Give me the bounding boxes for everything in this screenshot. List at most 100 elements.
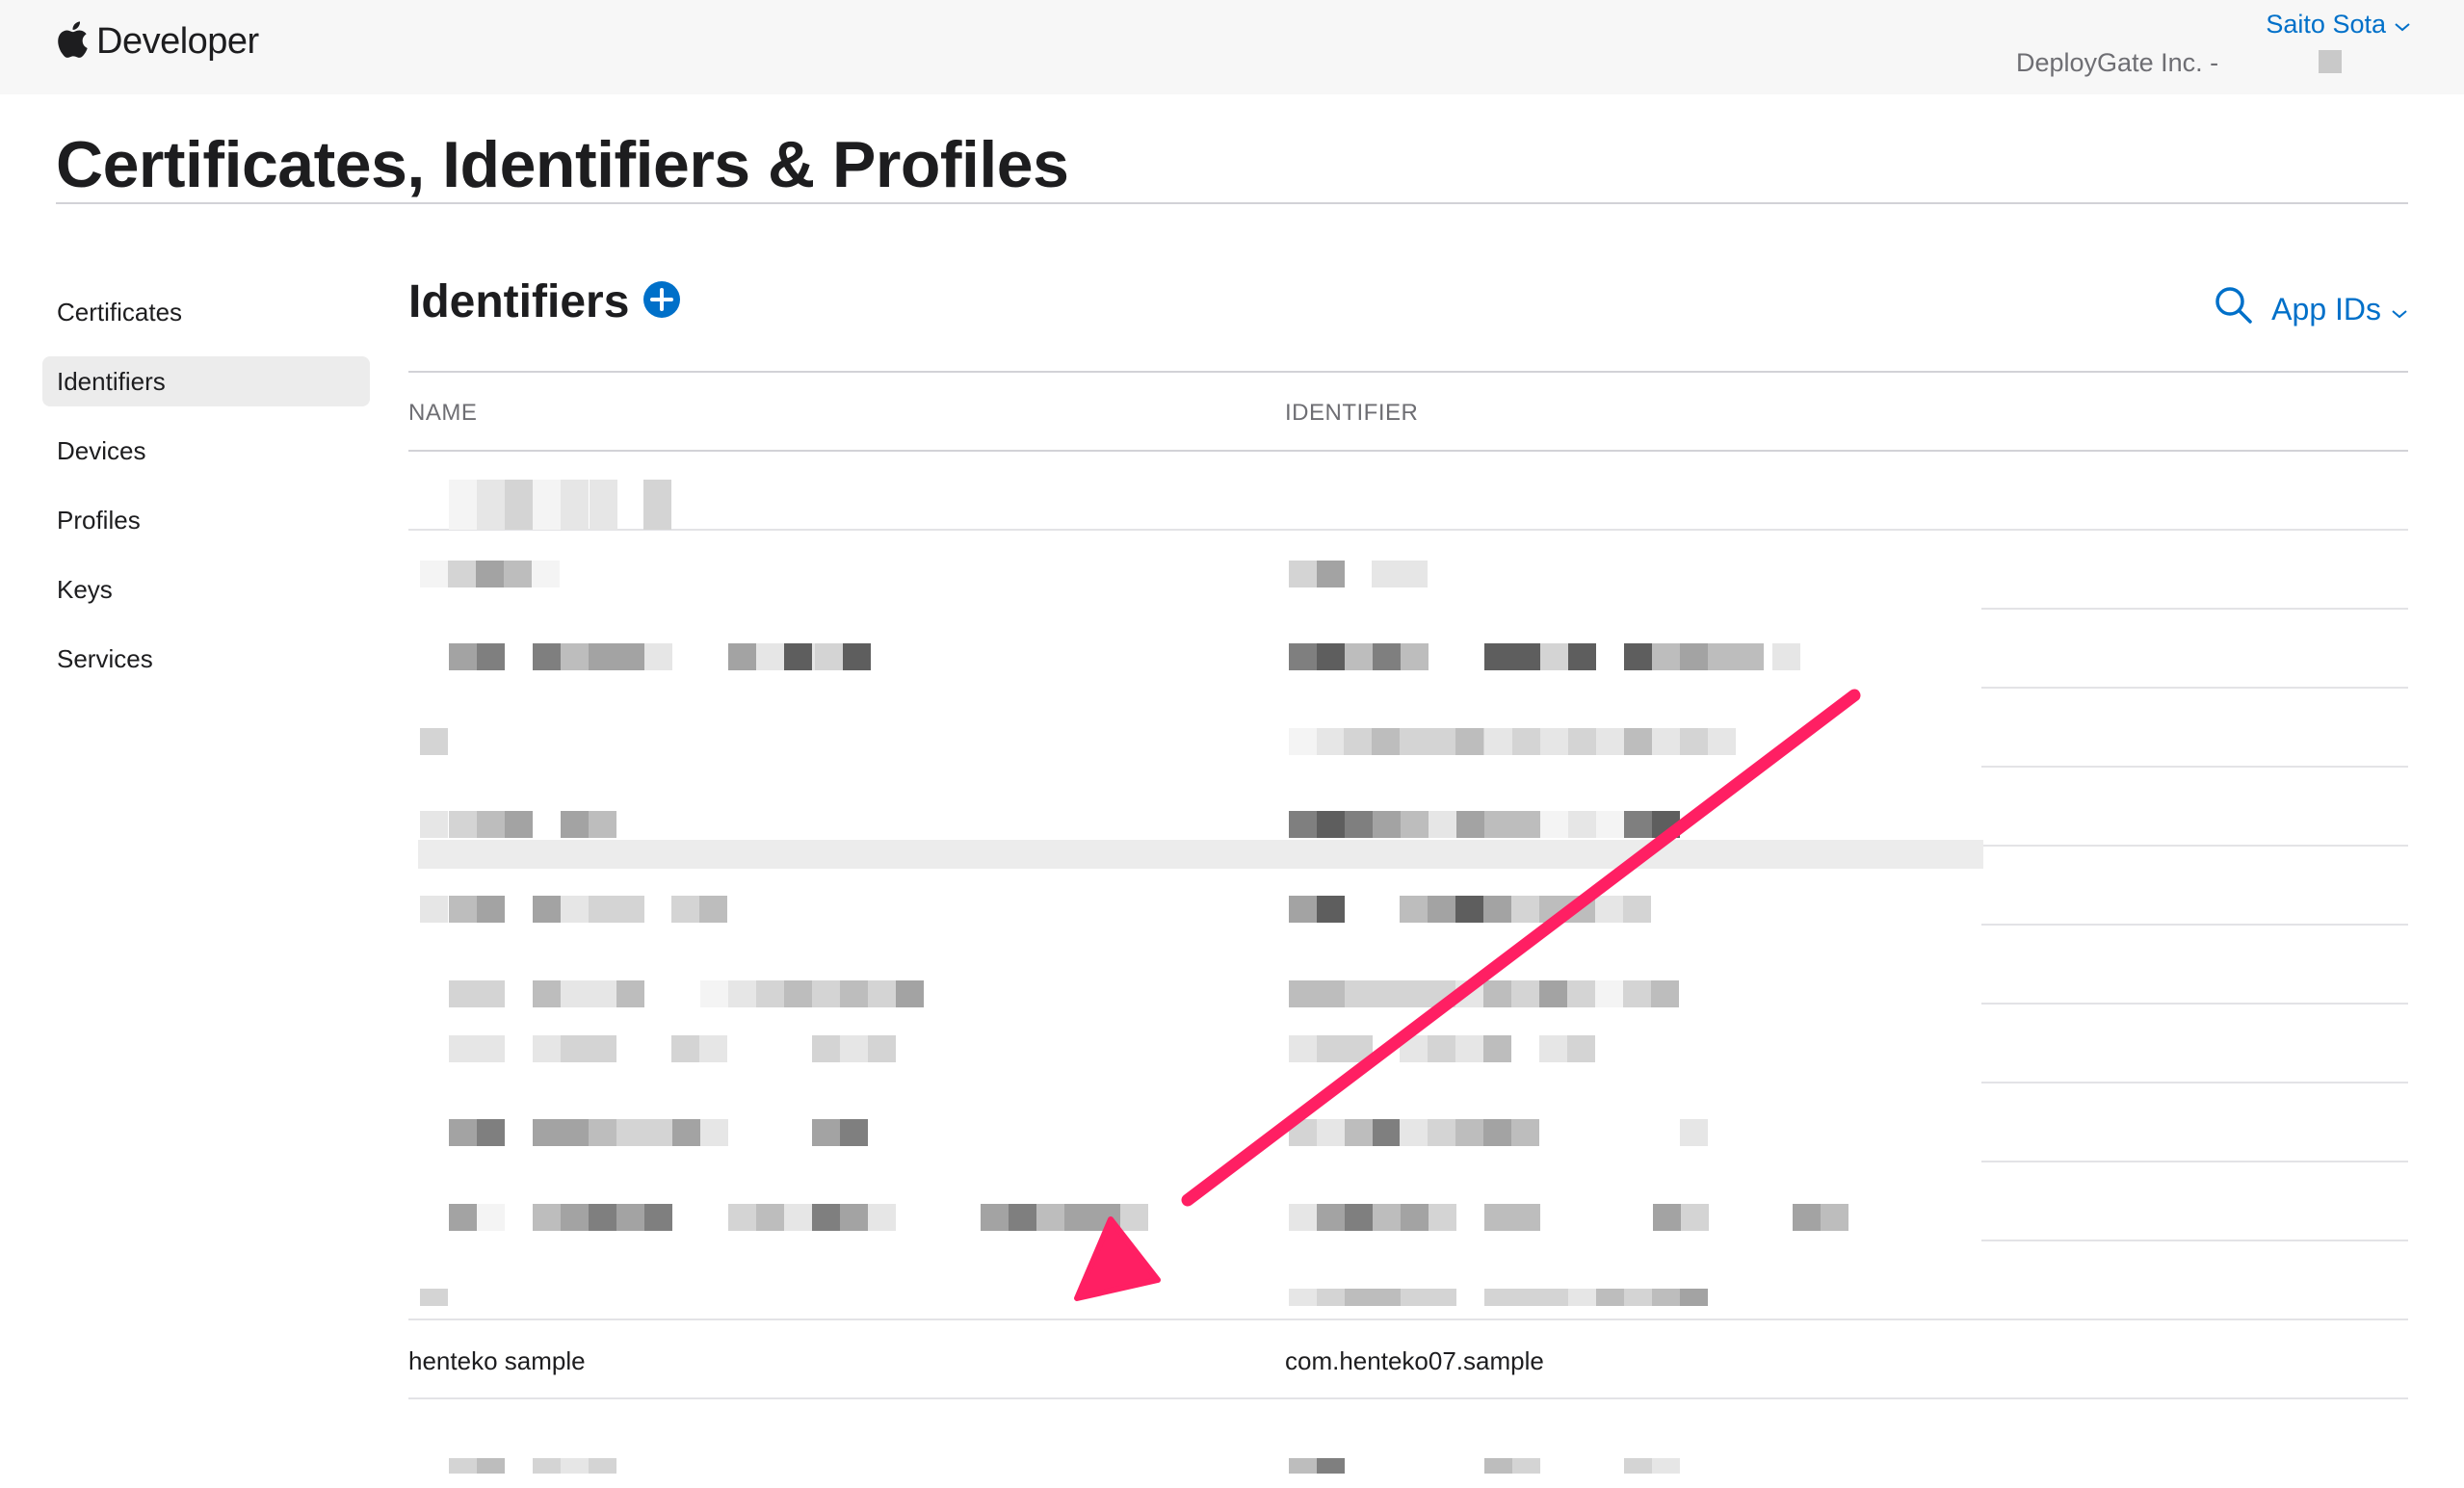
- redacted-pixel-block: [449, 1204, 477, 1231]
- redacted-pixel-block: [1429, 811, 1456, 838]
- redacted-pixel-block: [1400, 561, 1428, 587]
- redacted-pixel-block: [1455, 1035, 1483, 1062]
- redacted-pixel-block: [1289, 561, 1317, 587]
- table-row[interactable]: [408, 452, 2408, 531]
- redacted-pixel-block: [533, 1458, 561, 1474]
- redacted-pixel-block: [1512, 728, 1540, 755]
- redacted-pixel-block: [477, 1204, 505, 1231]
- redacted-pixel-block: [1373, 1119, 1401, 1146]
- redacted-pixel-block: [1373, 643, 1401, 670]
- redacted-pixel-block: [1483, 980, 1511, 1007]
- redacted-pixel-block: [533, 1119, 561, 1146]
- redacted-pixel-block: [533, 896, 561, 923]
- redacted-pixel-block: [1317, 1458, 1345, 1474]
- table-row[interactable]: [408, 1241, 2408, 1320]
- redacted-pixel-block: [699, 896, 727, 923]
- redacted-pixel-block: [1624, 1289, 1652, 1306]
- row-name: henteko sample: [408, 1346, 586, 1375]
- redacted-pixel-block: [1345, 811, 1373, 838]
- sidebar-item-services[interactable]: Services: [42, 634, 370, 684]
- redacted-pixel-block: [1455, 1119, 1483, 1146]
- redacted-pixel-block: [533, 480, 561, 530]
- column-header-name[interactable]: NAME: [408, 400, 477, 427]
- redacted-pixel-block: [1373, 1204, 1401, 1231]
- redacted-pixel-block: [1512, 643, 1540, 670]
- redacted-pixel-block: [812, 1035, 840, 1062]
- redacted-pixel-block: [981, 1204, 1009, 1231]
- table-body: henteko sample com.henteko07.sample: [408, 452, 2408, 1488]
- redacted-pixel-block: [1289, 728, 1317, 755]
- search-icon[interactable]: [2214, 285, 2254, 333]
- identifiers-toolbar: App IDs: [2214, 285, 2408, 333]
- redacted-pixel-block: [616, 980, 644, 1007]
- redacted-pixel-block: [1596, 1289, 1624, 1306]
- redacted-pixel-block: [561, 980, 589, 1007]
- redacted-pixel-block: [1289, 1035, 1317, 1062]
- team-name: DeployGate Inc. -: [2016, 48, 2219, 77]
- identifier-type-dropdown[interactable]: App IDs: [2271, 292, 2408, 327]
- redacted-pixel-block: [561, 1458, 589, 1474]
- redacted-pixel-block: [1455, 728, 1483, 755]
- redacted-pixel-block: [1484, 728, 1512, 755]
- chevron-down-icon: [2391, 292, 2408, 327]
- redacted-pixel-block: [1567, 896, 1595, 923]
- redacted-pixel-block: [1483, 1119, 1511, 1146]
- redacted-pixel-block: [1317, 1035, 1345, 1062]
- redacted-pixel-block: [420, 728, 448, 755]
- developer-home-link[interactable]: Developer: [56, 19, 259, 65]
- redacted-pixel-block: [616, 643, 644, 670]
- redacted-pixel-block: [1345, 643, 1373, 670]
- redacted-pixel-block: [561, 643, 589, 670]
- redacted-pixel-block: [756, 980, 784, 1007]
- column-header-identifier[interactable]: IDENTIFIER: [1285, 400, 1418, 427]
- redacted-pixel-block: [1736, 643, 1764, 670]
- redacted-pixel-block: [1372, 561, 1400, 587]
- redacted-pixel-block: [815, 643, 843, 670]
- user-menu[interactable]: Saito Sota: [2266, 10, 2411, 39]
- sidebar-item-identifiers[interactable]: Identifiers: [42, 356, 370, 406]
- redacted-pixel-block: [449, 480, 477, 530]
- redacted-pixel-block: [1289, 1119, 1317, 1146]
- apple-logo-icon: [56, 19, 89, 65]
- redacted-pixel-block: [1483, 1035, 1511, 1062]
- redacted-pixel-block: [1400, 1035, 1428, 1062]
- identifier-type-label: App IDs: [2271, 291, 2381, 326]
- redacted-pixel-block: [868, 1035, 896, 1062]
- table-row[interactable]: [408, 1399, 2408, 1478]
- redacted-pixel-block: [449, 1035, 477, 1062]
- redacted-pixel-block: [504, 561, 532, 587]
- sidebar-item-profiles[interactable]: Profiles: [42, 495, 370, 545]
- redacted-pixel-block: [1511, 896, 1539, 923]
- redacted-pixel-block: [1009, 1204, 1036, 1231]
- redacted-pixel-block: [1595, 980, 1623, 1007]
- title-divider: [56, 202, 2408, 204]
- sidebar-item-keys[interactable]: Keys: [42, 564, 370, 614]
- user-name: Saito Sota: [2266, 10, 2386, 39]
- sidebar-item-devices[interactable]: Devices: [42, 426, 370, 476]
- redacted-pixel-block: [1624, 811, 1652, 838]
- redacted-pixel-block: [1064, 1204, 1092, 1231]
- redacted-pixel-block: [699, 1035, 727, 1062]
- redacted-pixel-block: [1400, 980, 1428, 1007]
- redacted-pixel-block: [1484, 643, 1512, 670]
- plus-circle-icon[interactable]: [642, 280, 681, 324]
- redacted-pixel-block: [505, 480, 533, 530]
- redacted-pixel-block: [1428, 1119, 1455, 1146]
- redacted-pixel-block: [1400, 896, 1428, 923]
- redacted-pixel-block: [449, 811, 477, 838]
- section-title: Identifiers: [408, 276, 630, 327]
- redacted-pixel-block: [1429, 1289, 1456, 1306]
- sidebar-item-certificates[interactable]: Certificates: [42, 287, 370, 337]
- redacted-pixel-block: [561, 1119, 589, 1146]
- redacted-pixel-block: [477, 643, 505, 670]
- redacted-pixel-block: [1455, 896, 1483, 923]
- redacted-pixel-block: [1289, 1204, 1317, 1231]
- redacted-pixel-block: [1036, 1204, 1064, 1231]
- redacted-pixel-block: [1539, 980, 1567, 1007]
- redacted-pixel-block: [1345, 980, 1373, 1007]
- redacted-pixel-block: [1793, 1204, 1821, 1231]
- redacted-pixel-block: [533, 1204, 561, 1231]
- identifiers-header: Identifiers: [408, 275, 681, 328]
- table-row-highlighted[interactable]: henteko sample com.henteko07.sample: [408, 1320, 2408, 1399]
- redacted-pixel-block: [1120, 1204, 1148, 1231]
